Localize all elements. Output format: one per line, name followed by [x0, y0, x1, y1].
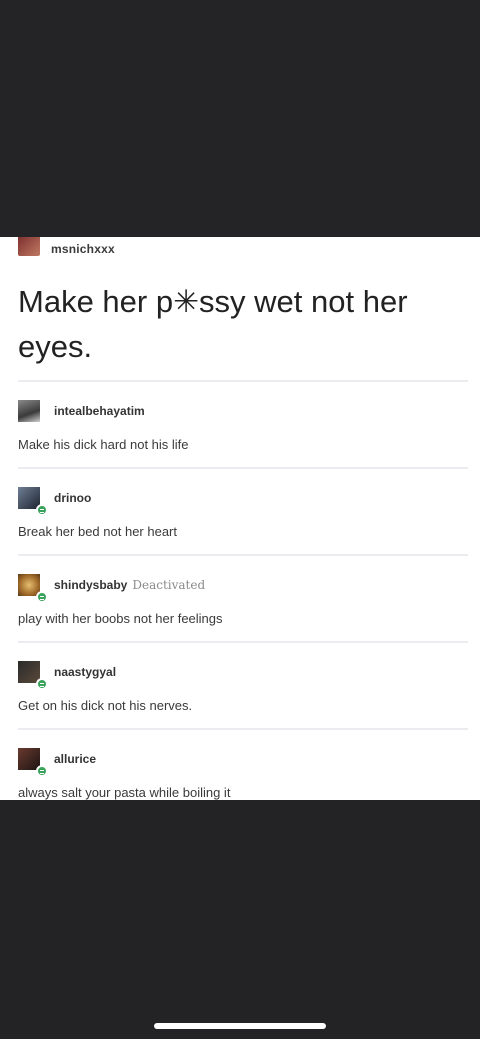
op-username[interactable]: msnichxxx	[51, 242, 115, 256]
reply-avatar[interactable]	[18, 574, 48, 603]
reply-item: allurice always salt your pasta while bo…	[0, 728, 480, 800]
follow-badge-icon[interactable]	[36, 765, 48, 777]
divider	[18, 641, 468, 643]
divider	[18, 380, 468, 382]
op-avatar[interactable]	[18, 237, 40, 256]
divider	[18, 467, 468, 469]
reply-text: Get on his dick not his nerves.	[18, 698, 193, 713]
reply-avatar[interactable]	[18, 487, 48, 516]
reply-text: always salt your pasta while boiling it	[18, 785, 231, 800]
tumblr-post: msnichxxx Make her p✳ssy wet not her eye…	[0, 237, 480, 800]
reply-text: Break her bed not her heart	[18, 524, 177, 539]
reply-text: Make his dick hard not his life	[18, 437, 189, 452]
follow-badge-icon[interactable]	[36, 678, 48, 690]
reply-avatar[interactable]	[18, 400, 40, 422]
divider	[18, 554, 468, 556]
follow-badge-icon[interactable]	[36, 591, 48, 603]
reply-username[interactable]: allurice	[54, 752, 96, 766]
reply-username[interactable]: drinoo	[54, 491, 91, 505]
reply-item: naastygyal Get on his dick not his nerve…	[0, 641, 480, 729]
top-dark-band	[0, 0, 480, 237]
reply-item: intealbehayatim Make his dick hard not h…	[0, 380, 480, 468]
op-post-text: Make her p✳ssy wet not her eyes.	[18, 284, 408, 364]
reply-username[interactable]: naastygyal	[54, 665, 116, 679]
reply-username[interactable]: intealbehayatim	[54, 404, 145, 418]
home-indicator[interactable]	[154, 1023, 326, 1029]
reply-avatar[interactable]	[18, 748, 48, 777]
reply-item: shindysbaby Deactivated play with her bo…	[0, 554, 480, 642]
reply-username[interactable]: shindysbaby	[54, 578, 127, 592]
deactivated-label: Deactivated	[132, 578, 206, 592]
reply-avatar[interactable]	[18, 661, 48, 690]
reply-item: drinoo Break her bed not her heart	[0, 467, 480, 555]
op-header: msnichxxx	[18, 237, 115, 261]
follow-badge-icon[interactable]	[36, 504, 48, 516]
divider	[18, 728, 468, 730]
reply-text: play with her boobs not her feelings	[18, 611, 223, 626]
